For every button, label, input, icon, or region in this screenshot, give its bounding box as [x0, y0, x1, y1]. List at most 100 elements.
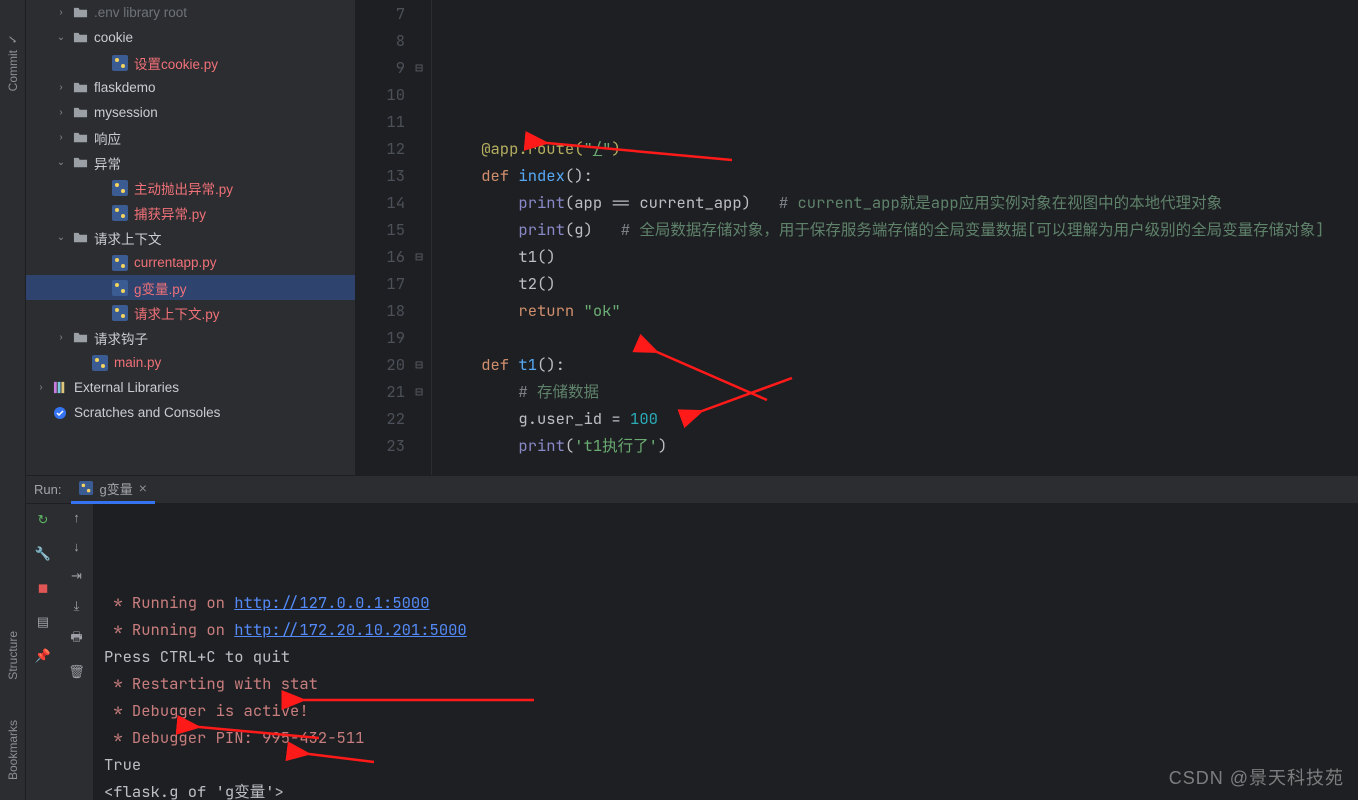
run-toolbar-nav: ↑ ↓ ⇥ ⤓ 🖶 🗑 [60, 504, 94, 800]
dir-icon [72, 330, 88, 346]
commit-label: Commit [6, 50, 20, 91]
tree-item[interactable]: 请求钩子 [26, 325, 355, 350]
py-icon [92, 355, 108, 371]
run-tab-label: g变量 [99, 479, 132, 498]
fold-marker[interactable]: ⊟ [413, 351, 425, 378]
py-icon [112, 305, 128, 321]
tree-item-label: .env library root [94, 5, 187, 20]
tree-item[interactable]: main.py [26, 350, 355, 375]
chevron-icon[interactable] [54, 332, 68, 343]
tree-item[interactable]: mysession [26, 100, 355, 125]
close-icon[interactable]: × [139, 480, 147, 496]
chevron-icon[interactable] [54, 32, 68, 43]
line-number: 18 [356, 297, 405, 324]
line-number: 22 [356, 405, 405, 432]
tree-item-label: g变量.py [134, 278, 187, 298]
project-tree[interactable]: .env library root cookie设置cookie.pyflaskd… [26, 0, 356, 475]
code-line[interactable]: def t1(): [444, 351, 1358, 378]
dir-icon [72, 105, 88, 121]
bookmarks-label: Bookmarks [6, 720, 20, 780]
down-icon[interactable]: ↓ [73, 539, 80, 554]
fold-marker[interactable]: ⊟ [413, 378, 425, 405]
structure-tool[interactable]: Structure [6, 631, 20, 680]
tree-item[interactable]: g变量.py [26, 275, 355, 300]
code-line[interactable]: print(app == current_app) # current_app就… [444, 189, 1358, 216]
line-number: 20 [356, 351, 405, 378]
fold-marker [413, 0, 425, 27]
chevron-icon[interactable] [54, 82, 68, 93]
console-line: * Debugger is active! [104, 697, 1358, 724]
py-icon [112, 205, 128, 221]
chevron-icon[interactable] [54, 7, 68, 18]
py-icon [112, 55, 128, 71]
code-line[interactable]: # 存储数据 [444, 378, 1358, 405]
chevron-icon[interactable] [54, 157, 68, 168]
tree-item[interactable]: flaskdemo [26, 75, 355, 100]
tree-item[interactable]: 主动抛出异常.py [26, 175, 355, 200]
code-line[interactable]: t1() [444, 243, 1358, 270]
fold-marker[interactable]: ⊟ [413, 54, 425, 81]
console-line: Press CTRL+C to quit [104, 643, 1358, 670]
code-line[interactable]: print(g) # 全局数据存储对象，用于保存服务端存储的全局变量数据[可以理… [444, 216, 1358, 243]
code-line[interactable]: @app.route("/") [444, 135, 1358, 162]
code-editor[interactable]: 7891011121314151617181920212223⊟⊟⊟⊟ @app… [356, 0, 1358, 475]
editor-code-area[interactable]: @app.route("/") def index(): print(app =… [432, 0, 1358, 475]
tree-item[interactable]: .env library root [26, 0, 355, 25]
watermark: CSDN @景天科技苑 [1169, 764, 1344, 790]
tree-item[interactable]: 设置cookie.py [26, 50, 355, 75]
tree-item[interactable]: 异常 [26, 150, 355, 175]
delete-button[interactable]: 🗑 [68, 664, 85, 680]
tree-item[interactable]: External Libraries [26, 375, 355, 400]
tree-item[interactable]: 响应 [26, 125, 355, 150]
tree-item-label: 捕获异常.py [134, 203, 206, 223]
dir-icon [72, 130, 88, 146]
chevron-icon[interactable] [34, 382, 48, 393]
tree-item[interactable]: 请求上下文.py [26, 300, 355, 325]
line-number: 23 [356, 432, 405, 459]
layout-button[interactable]: ▤ [33, 612, 53, 632]
fold-marker [413, 270, 425, 297]
bookmarks-tool[interactable]: Bookmarks [6, 720, 20, 780]
run-toolbar-left: ↻ 🔧 ◼ ▤ 📌 [26, 504, 60, 800]
fold-marker [413, 162, 425, 189]
chevron-icon[interactable] [54, 132, 68, 143]
line-number: 16 [356, 243, 405, 270]
tree-item[interactable]: 请求上下文 [26, 225, 355, 250]
tree-item[interactable]: Scratches and Consoles [26, 400, 355, 425]
tree-item[interactable]: cookie [26, 25, 355, 50]
code-line[interactable]: t2() [444, 270, 1358, 297]
commit-tool[interactable]: Commit ✓ [6, 30, 20, 91]
run-tab[interactable]: g变量 × [71, 476, 154, 504]
line-number: 10 [356, 81, 405, 108]
up-icon[interactable]: ↑ [73, 510, 80, 525]
run-console-output[interactable]: * Running on http://127.0.0.1:5000 * Run… [94, 504, 1358, 800]
tree-item-label: mysession [94, 105, 158, 120]
tree-item-label: 请求钩子 [94, 328, 148, 348]
chevron-icon[interactable] [54, 232, 68, 243]
fold-marker [413, 216, 425, 243]
code-line[interactable]: print('t1执行了') [444, 432, 1358, 459]
fold-marker [413, 432, 425, 459]
editor-gutter: 7891011121314151617181920212223⊟⊟⊟⊟ [356, 0, 432, 475]
tree-item-label: currentapp.py [134, 255, 217, 270]
code-line[interactable]: g.user_id = 100 [444, 405, 1358, 432]
soft-wrap-button[interactable]: ⇥ [71, 568, 82, 584]
python-icon [79, 481, 93, 495]
tree-item-label: Scratches and Consoles [74, 405, 220, 420]
scroll-to-end-button[interactable]: ⤓ [74, 598, 80, 614]
code-line[interactable] [444, 324, 1358, 351]
code-line[interactable]: return "ok" [444, 297, 1358, 324]
pin-button[interactable]: 📌 [33, 646, 53, 666]
tree-item-label: 请求上下文.py [134, 303, 220, 323]
rerun-button[interactable]: ↻ [33, 510, 53, 530]
print-button[interactable]: 🖶 [70, 628, 82, 650]
tree-item[interactable]: 捕获异常.py [26, 200, 355, 225]
chevron-icon[interactable] [54, 107, 68, 118]
code-line[interactable]: def index(): [444, 162, 1358, 189]
stop-button[interactable]: ◼ [33, 578, 53, 598]
scr-icon [52, 405, 68, 421]
code-line[interactable] [444, 108, 1358, 135]
settings-button[interactable]: 🔧 [33, 544, 53, 564]
fold-marker[interactable]: ⊟ [413, 243, 425, 270]
tree-item[interactable]: currentapp.py [26, 250, 355, 275]
